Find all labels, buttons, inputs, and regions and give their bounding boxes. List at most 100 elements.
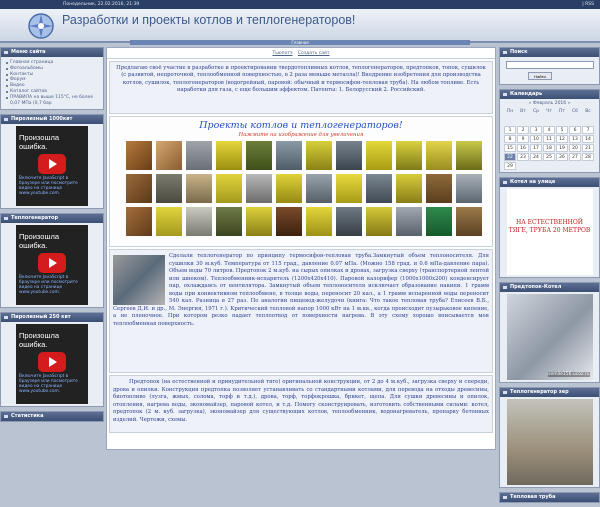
- gallery-thumbnail[interactable]: [216, 141, 242, 170]
- gallery-thumbnail[interactable]: [276, 174, 302, 203]
- gallery-thumbnail[interactable]: [156, 207, 182, 236]
- video-error-hint[interactable]: Включите JavaScript в браузере или посмо…: [19, 275, 88, 295]
- play-icon[interactable]: [38, 253, 66, 274]
- furnace-boiler-title: Предтопок-Котел: [500, 283, 599, 292]
- gallery-thumbnail[interactable]: [186, 207, 212, 236]
- video-error-hint[interactable]: Включите JavaScript в браузере или посмо…: [19, 176, 88, 196]
- video-player-1[interactable]: Произошла ошибка. Включите JavaScript в …: [16, 126, 88, 207]
- calendar-day[interactable]: 21: [582, 144, 594, 152]
- gallery-thumbnail[interactable]: [336, 174, 362, 203]
- gallery-thumbnail[interactable]: [186, 174, 212, 203]
- gallery-thumbnail[interactable]: [426, 207, 452, 236]
- intro-text: Предлагаю своё участие в разработке и пр…: [109, 61, 493, 114]
- gallery-thumbnail[interactable]: [336, 141, 362, 170]
- outdoor-boiler-banner[interactable]: НА ЕСТЕСТВЕННОЙ ТЯГЕ, ТРУБА 20 МЕТРОВ: [506, 189, 593, 275]
- calendar-day[interactable]: 6: [569, 126, 581, 134]
- gallery-thumbnail[interactable]: [366, 207, 392, 236]
- calendar-day[interactable]: 12: [556, 135, 568, 143]
- play-icon[interactable]: [38, 352, 66, 373]
- gallery-thumbnail[interactable]: [276, 141, 302, 170]
- outdoor-boiler-block: Котел на улице НА ЕСТЕСТВЕННОЙ ТЯГЕ, ТРУ…: [499, 177, 600, 278]
- logo-icon[interactable]: [25, 11, 57, 41]
- calendar-day[interactable]: 27: [569, 153, 581, 161]
- calendar-day[interactable]: 13: [569, 135, 581, 143]
- gallery-thumbnail[interactable]: [126, 207, 152, 236]
- gallery-subtitle: Нажмите на изображение для увеличения: [238, 132, 364, 138]
- gallery-thumbnail[interactable]: [426, 141, 452, 170]
- calendar-day[interactable]: 18: [543, 144, 555, 152]
- calendar-day[interactable]: 23: [517, 153, 529, 161]
- gallery-thumbnail[interactable]: [426, 174, 452, 203]
- gallery-thumbnail[interactable]: [246, 207, 272, 236]
- calendar-day[interactable]: 26: [556, 153, 568, 161]
- calendar-day[interactable]: 22: [504, 153, 516, 161]
- calendar-day[interactable]: 20: [569, 144, 581, 152]
- heat-generator-photo[interactable]: [506, 399, 593, 485]
- gallery-thumbnail[interactable]: [456, 141, 482, 170]
- video-error-hint[interactable]: Включите JavaScript в браузере или посмо…: [19, 374, 88, 394]
- gallery-thumbnail[interactable]: [276, 207, 302, 236]
- calendar-day[interactable]: 8: [504, 135, 516, 143]
- gallery-thumbnail[interactable]: [306, 207, 332, 236]
- calendar-day[interactable]: 11: [543, 135, 555, 143]
- calendar-block: Календарь « Февраль 2016 » Пн Вт Ср Чт Пт Сб В…: [499, 89, 600, 173]
- gallery-thumbnail[interactable]: [336, 207, 362, 236]
- video-error-text: Произошла ошибка.: [19, 133, 60, 151]
- furnace-boiler-image[interactable]: semile156.ucoz.ru: [506, 294, 593, 380]
- heat-pipe-title: Тепловая труба: [500, 493, 599, 502]
- gallery-thumbnail[interactable]: [396, 174, 422, 203]
- gallery-thumbnail[interactable]: [456, 207, 482, 236]
- calendar-day[interactable]: 9: [517, 135, 529, 143]
- gallery-thumbnail[interactable]: [456, 174, 482, 203]
- gallery-thumbnail[interactable]: [216, 207, 242, 236]
- search-button[interactable]: Найти: [528, 72, 552, 80]
- calendar-day[interactable]: 29: [504, 162, 516, 170]
- calendar-day[interactable]: 25: [543, 153, 555, 161]
- rss-link[interactable]: | RSS: [582, 0, 594, 9]
- video-player-3[interactable]: Произошла ошибка. Включите JavaScript в …: [16, 324, 88, 405]
- calendar-day[interactable]: 4: [543, 126, 555, 134]
- gallery-thumbnail[interactable]: [306, 174, 332, 203]
- gallery-thumbnail[interactable]: [216, 174, 242, 203]
- tab-link-1[interactable]: Тьюпотэ: [272, 51, 292, 56]
- project-gallery: Проекты котлов и теплогенераторов! Нажми…: [109, 116, 493, 247]
- search-input[interactable]: [506, 61, 594, 69]
- calendar-day[interactable]: 28: [582, 153, 594, 161]
- heat-generator-image[interactable]: [113, 255, 165, 305]
- furnace-text-block: Предтопок (на естественной и принудитель…: [109, 375, 493, 433]
- calendar-day[interactable]: 10: [530, 135, 542, 143]
- nav-bar: Главная: [130, 40, 470, 45]
- calendar-month[interactable]: « Февраль 2016 »: [504, 101, 595, 106]
- tab-link-create-site[interactable]: Создать сайт: [298, 51, 330, 56]
- calendar-day[interactable]: 24: [530, 153, 542, 161]
- calendar-day[interactable]: 2: [517, 126, 529, 134]
- calendar-day[interactable]: 5: [556, 126, 568, 134]
- gallery-thumbnail[interactable]: [306, 141, 332, 170]
- gallery-thumbnail[interactable]: [156, 141, 182, 170]
- calendar-day[interactable]: 19: [556, 144, 568, 152]
- gallery-thumbnail[interactable]: [366, 174, 392, 203]
- gallery-thumbnail[interactable]: [366, 141, 392, 170]
- gallery-thumbnail[interactable]: [246, 174, 272, 203]
- image-watermark: semile156.ucoz.ru: [548, 372, 590, 377]
- gallery-thumbnail[interactable]: [396, 141, 422, 170]
- gallery-thumbnail[interactable]: [186, 141, 212, 170]
- gallery-thumbnail[interactable]: [126, 174, 152, 203]
- calendar-day[interactable]: 3: [530, 126, 542, 134]
- nav-home-link[interactable]: Главная: [291, 40, 308, 45]
- calendar-day[interactable]: 17: [530, 144, 542, 152]
- calendar-day[interactable]: 14: [582, 135, 594, 143]
- calendar-weekday: Чт: [546, 109, 552, 114]
- gallery-thumbnail[interactable]: [126, 141, 152, 170]
- calendar-day[interactable]: 15: [504, 144, 516, 152]
- video-player-2[interactable]: Произошла ошибка. Включите JavaScript в …: [16, 225, 88, 306]
- search-block-title: Поиск: [500, 48, 599, 57]
- menu-item-rules[interactable]: ПРАВИЛА на выше 115°С, не более 0,07 МПа…: [6, 95, 100, 107]
- calendar-day[interactable]: 1: [504, 126, 516, 134]
- gallery-thumbnail[interactable]: [246, 141, 272, 170]
- gallery-thumbnail[interactable]: [396, 207, 422, 236]
- play-icon[interactable]: [38, 154, 66, 175]
- calendar-day[interactable]: 7: [582, 126, 594, 134]
- calendar-day[interactable]: 16: [517, 144, 529, 152]
- gallery-thumbnail[interactable]: [156, 174, 182, 203]
